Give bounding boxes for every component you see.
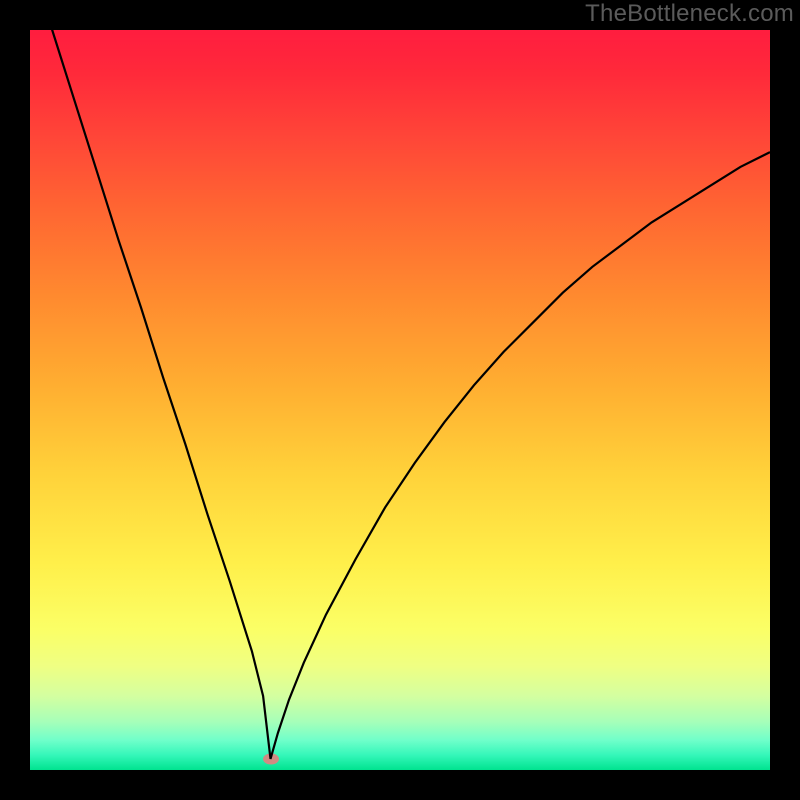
plot-area — [30, 30, 770, 770]
chart-frame: TheBottleneck.com — [0, 0, 800, 800]
bottleneck-curve — [30, 30, 770, 770]
watermark-text: TheBottleneck.com — [585, 0, 794, 28]
